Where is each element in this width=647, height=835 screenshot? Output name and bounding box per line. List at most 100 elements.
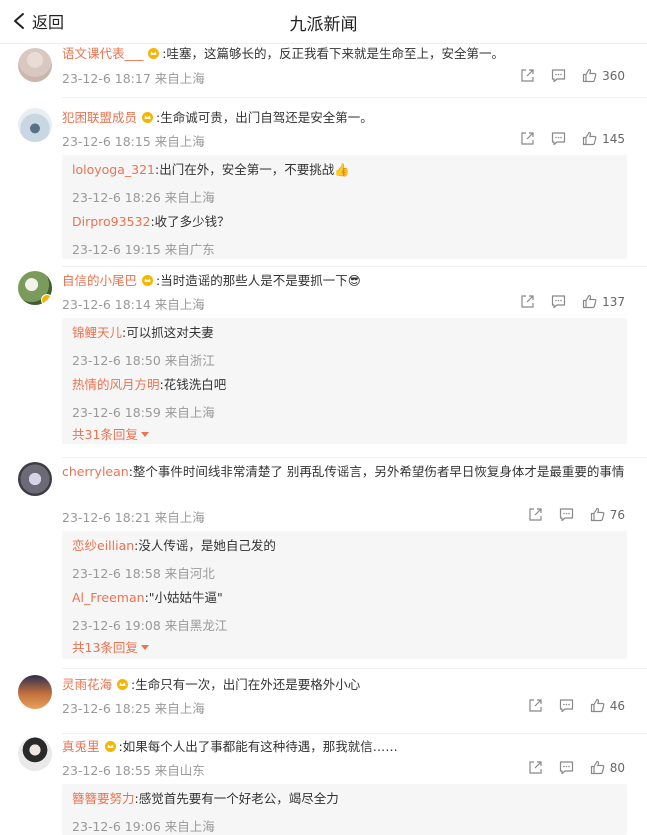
reply-username[interactable]: Al_Freeman [72,590,145,605]
verified-badge [41,294,52,305]
reply-text: :收了多少钱？ [150,214,230,229]
thumbs-up-icon [590,507,605,522]
comment-button[interactable] [559,760,574,775]
comment-body: 真兎里 :如果每个人出了事都能有这种待遇，那我就信…… [62,737,627,757]
comment-actions: 145 [504,131,625,146]
thumbs-up-icon [590,698,605,713]
reply-username[interactable]: Dirpro93532 [72,214,150,229]
reply-username[interactable]: loloyoga_321 [72,162,155,177]
like-count: 137 [602,294,625,309]
like-count: 46 [609,698,625,713]
comment-text: :当时造谣的那些人是不是要抓一下😎 [156,273,361,288]
reply-text: :感觉首先要有一个好老公，竭尽全力 [134,791,339,806]
comment-meta: 23-12-6 18:21 来自上海 [62,510,205,525]
comment-meta: 23-12-6 18:15 来自上海 [62,134,205,149]
comment-icon [559,699,573,713]
reply-meta: 23-12-6 18:59 来自上海 [72,405,215,420]
avatar[interactable] [18,737,52,771]
vip-crown-icon [142,112,154,123]
share-icon [529,508,542,521]
divider [62,266,647,267]
comment-button[interactable] [551,68,566,83]
share-button[interactable] [528,698,543,713]
reply-box: 锦鲤天儿:可以抓这对夫妻 23-12-6 18:50 来自浙江 热情的风月方明:… [62,318,627,444]
share-button[interactable] [520,131,535,146]
reply-username[interactable]: 热情的风月方明 [72,377,160,392]
comment-username[interactable]: cherrylean [62,464,129,479]
reply-text: :"小姑姑牛逼" [144,590,223,605]
comment-meta: 23-12-6 18:14 来自上海 [62,297,205,312]
comment-button[interactable] [551,131,566,146]
thumbs-up-icon [582,68,597,83]
thumbs-up-icon [582,131,597,146]
share-button[interactable] [528,507,543,522]
like-count: 360 [602,68,625,83]
reply-username[interactable]: 簪簪要努力 [72,791,135,806]
comment-actions: 80 [512,760,625,775]
like-button[interactable]: 46 [590,698,625,713]
reply-username[interactable]: 锦鲤天儿 [72,325,122,340]
like-button[interactable]: 137 [582,294,625,309]
share-button[interactable] [520,294,535,309]
reply-item: 热情的风月方明:花钱洗白吧 23-12-6 18:59 来自上海 [72,376,617,421]
comment-icon [551,132,566,146]
comment-body: 犯困联盟成员:生命诚可贵，出门自驾还是安全第一。 [62,108,627,128]
reply-text: :出门在外，安全第一，不要挑战👍 [155,162,350,177]
comment-body: 灵雨花海 :生命只有一次，出门在外还是要格外小心 [62,675,627,695]
triangle-down-icon [140,645,149,650]
reply-box: 恋纱eillian:没人传谣，是她自己发的 23-12-6 18:58 来自河北… [62,531,627,659]
avatar[interactable] [18,462,52,496]
reply-meta: 23-12-6 18:26 来自上海 [72,190,215,205]
vip-crown-icon [142,275,154,286]
like-button[interactable]: 76 [590,507,625,522]
reply-username[interactable]: 恋纱eillian [72,538,134,553]
thumbs-up-icon [582,294,597,309]
comment-username[interactable]: 自信的小尾巴 [62,273,137,288]
comment-button[interactable] [559,698,574,713]
comment-meta: 23-12-6 18:55 来自山东 [62,763,205,778]
comment-meta: 23-12-6 18:25 来自上海 [62,701,205,716]
comment-username[interactable]: 灵雨花海 [62,677,112,692]
comment-actions: 46 [512,698,625,713]
like-button[interactable]: 80 [590,760,625,775]
divider [62,668,647,669]
comment-item: 真兎里 :如果每个人出了事都能有这种待遇，那我就信…… 23-12-6 18:55… [0,734,647,835]
comment-body: 语文课代表___:哇塞，这篇够长的，反正我看下来就是生命至上，安全第一。 [62,44,627,64]
vip-crown-icon [148,48,160,59]
share-icon [529,699,542,712]
like-button[interactable]: 145 [582,131,625,146]
comment-item: 自信的小尾巴 :当时造谣的那些人是不是要抓一下😎 23-12-6 18:14 来自… [0,268,647,458]
reply-text: :花钱洗白吧 [159,377,227,392]
reply-meta: 23-12-6 19:06 来自上海 [72,819,215,834]
share-button[interactable] [528,760,543,775]
reply-item: Dirpro93532:收了多少钱？ 23-12-6 19:15 来自广东 [72,213,617,258]
avatar[interactable] [18,675,52,709]
like-button[interactable]: 360 [582,68,625,83]
comment-actions: 76 [512,507,625,522]
comment-text: :如果每个人出了事都能有这种待遇，那我就信…… [118,739,398,754]
comment-button[interactable] [551,294,566,309]
more-replies-link[interactable]: 共13条回复 [72,637,149,656]
avatar[interactable] [18,108,52,142]
comment-actions: 137 [504,294,625,309]
like-count: 80 [609,760,625,775]
comment-text: :生命只有一次，出门在外还是要格外小心 [131,677,361,692]
comment-username[interactable]: 犯困联盟成员 [62,110,137,125]
share-icon [529,761,542,774]
comment-button[interactable] [559,507,574,522]
divider [62,457,647,458]
more-replies-label: 共31条回复 [72,427,138,442]
top-navigation-bar: 返回 九派新闻 [0,0,647,44]
avatar[interactable] [18,271,52,305]
reply-text: :没人传谣，是她自己发的 [134,538,276,553]
comment-icon [559,761,573,775]
comment-username[interactable]: 语文课代表___ [62,46,143,61]
share-icon [521,69,534,82]
comment-icon [551,295,566,309]
comment-meta: 23-12-6 18:17 来自上海 [62,71,205,86]
share-button[interactable] [520,68,535,83]
comment-username[interactable]: 真兎里 [62,739,100,754]
avatar[interactable] [18,48,52,82]
more-replies-link[interactable]: 共31条回复 [72,424,149,443]
reply-meta: 23-12-6 19:08 来自黑龙江 [72,618,228,633]
